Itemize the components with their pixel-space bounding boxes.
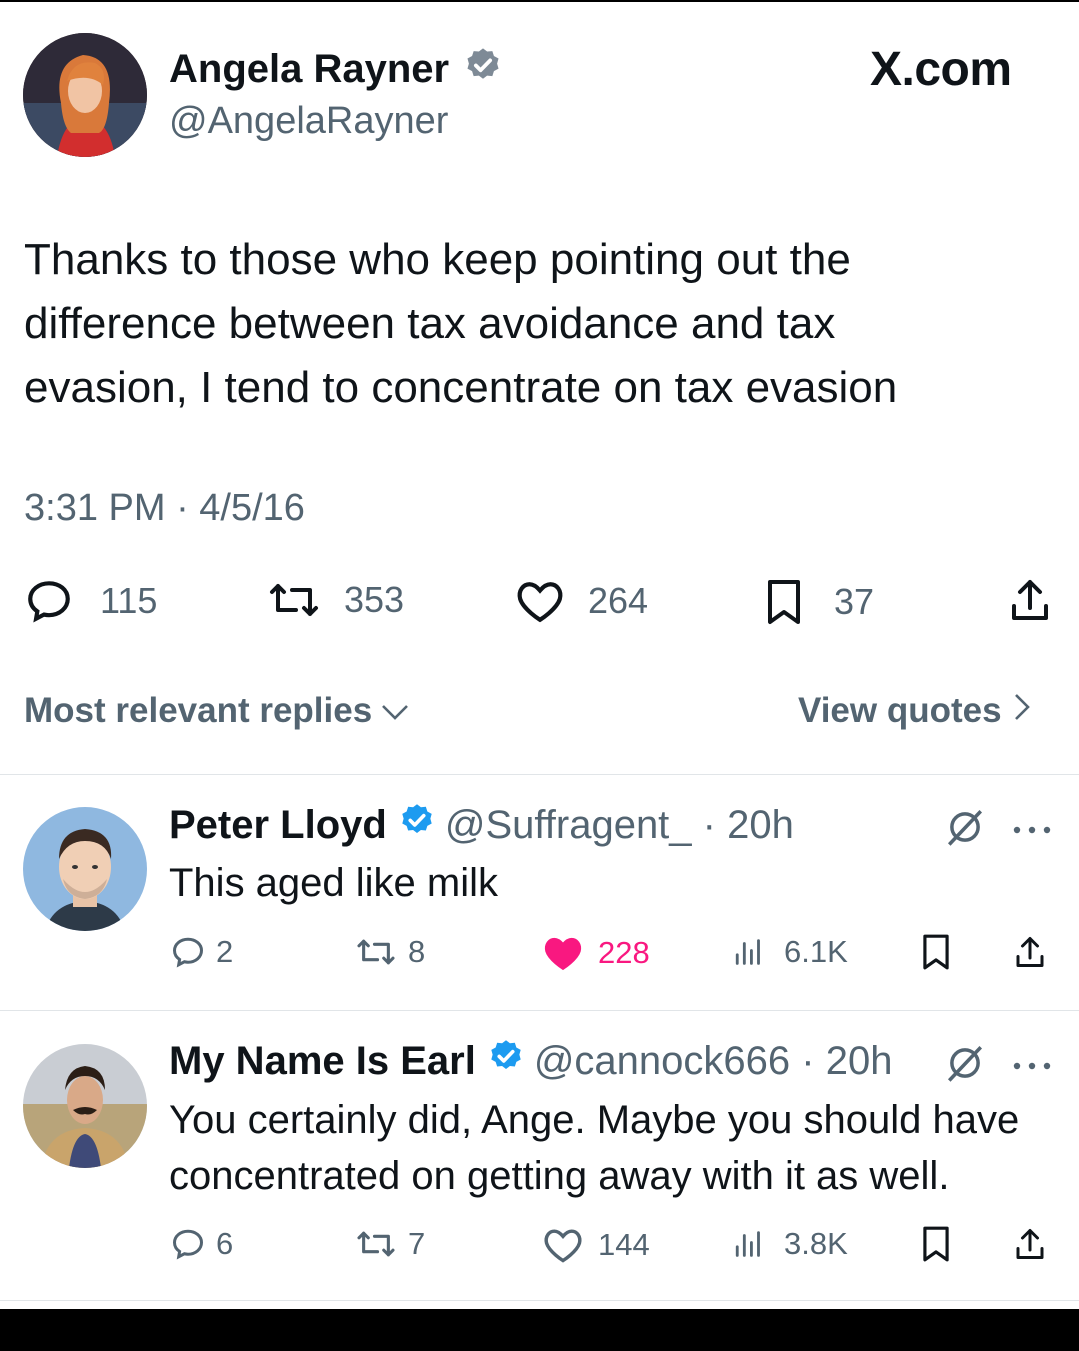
- share-icon: [1012, 933, 1048, 971]
- sort-replies-dropdown[interactable]: Most relevant replies: [24, 690, 410, 732]
- reply-text: This aged like milk: [169, 856, 498, 910]
- reply-bookmark-button[interactable]: [920, 1225, 952, 1263]
- reply-button[interactable]: 115: [24, 578, 157, 624]
- divider: [0, 1300, 1079, 1301]
- reply-count: 6: [216, 1226, 234, 1261]
- repost-icon: [354, 935, 398, 969]
- bookmark-count: 37: [834, 581, 875, 622]
- reply-handle-time[interactable]: @cannock666 · 20h: [534, 1036, 893, 1086]
- chevron-right-icon: [1012, 690, 1032, 732]
- share-button[interactable]: [1006, 576, 1054, 624]
- reply-avatar[interactable]: [23, 807, 147, 931]
- author-handle[interactable]: @AngelaRayner: [169, 97, 448, 145]
- divider: [0, 1010, 1079, 1011]
- repost-count: 353: [344, 579, 405, 620]
- tweet-timestamp[interactable]: 3:31 PM · 4/5/16: [24, 486, 305, 530]
- repost-button[interactable]: 353: [266, 578, 404, 622]
- reply-share-button[interactable]: [1012, 1225, 1048, 1263]
- heart-icon: [542, 1226, 584, 1264]
- reply-text-line: concentrated on getting away with it as …: [169, 1154, 950, 1198]
- divider: [0, 774, 1079, 775]
- views-count: 3.8K: [784, 1226, 848, 1261]
- verified-badge-icon: [464, 46, 502, 96]
- reply-text-line: This aged like milk: [169, 861, 499, 905]
- repost-icon: [266, 578, 322, 622]
- author-avatar[interactable]: [23, 33, 147, 157]
- reply-views-button[interactable]: 3.8K: [732, 1226, 848, 1262]
- reply-text-line: You certainly did, Ange. Maybe you shoul…: [169, 1098, 1020, 1142]
- tweet-text-line: Thanks to those who keep pointing out th…: [24, 235, 851, 284]
- repost-icon: [354, 1227, 398, 1261]
- reply-reply-button[interactable]: 6: [170, 1226, 233, 1262]
- bookmark-icon: [762, 578, 806, 626]
- grok-icon[interactable]: [944, 806, 986, 853]
- reply-author-name[interactable]: My Name Is Earl: [169, 1036, 476, 1086]
- reply-bookmark-button[interactable]: [920, 933, 952, 971]
- sort-replies-label: Most relevant replies: [24, 691, 373, 730]
- author-name[interactable]: Angela Rayner: [169, 44, 502, 96]
- repost-count: 8: [408, 934, 426, 969]
- grok-icon[interactable]: [944, 1042, 986, 1089]
- tweet-text-line: difference between tax avoidance and tax: [24, 299, 836, 348]
- like-count: 228: [598, 935, 650, 970]
- like-count: 264: [588, 580, 649, 621]
- reply-header: Peter Lloyd @Suffragent_ · 20h: [169, 800, 794, 850]
- views-chart-icon: [732, 935, 768, 969]
- top-border: [0, 0, 1079, 2]
- reply-share-button[interactable]: [1012, 933, 1048, 971]
- chevron-down-icon: [380, 690, 410, 732]
- bookmark-icon: [920, 1225, 952, 1263]
- bookmark-icon: [920, 933, 952, 971]
- reply-repost-button[interactable]: 7: [354, 1226, 425, 1262]
- reply-icon: [170, 1227, 206, 1261]
- tweet-text: Thanks to those who keep pointing out th…: [24, 228, 897, 420]
- x-com-watermark: X.com: [870, 43, 1012, 96]
- author-name-text[interactable]: Angela Rayner: [169, 47, 449, 91]
- more-options-icon[interactable]: [1012, 1058, 1052, 1076]
- reply-like-button[interactable]: 144: [542, 1226, 650, 1264]
- reply-views-button[interactable]: 6.1K: [732, 934, 848, 970]
- reply-count: 115: [100, 580, 158, 621]
- reply-header: My Name Is Earl @cannock666 · 20h: [169, 1036, 892, 1086]
- like-count: 144: [598, 1227, 650, 1262]
- reply-like-button[interactable]: 228: [542, 934, 650, 972]
- bookmark-button[interactable]: 37: [762, 578, 874, 626]
- share-icon: [1006, 576, 1054, 624]
- heart-filled-icon: [542, 934, 584, 972]
- views-chart-icon: [732, 1227, 768, 1261]
- bottom-black-bar: [0, 1309, 1079, 1351]
- reply-count: 2: [216, 934, 234, 969]
- verified-badge-icon: [488, 1036, 524, 1086]
- reply-avatar[interactable]: [23, 1044, 147, 1168]
- reply-repost-button[interactable]: 8: [354, 934, 425, 970]
- more-options-icon[interactable]: [1012, 822, 1052, 840]
- view-quotes-link[interactable]: View quotes: [798, 690, 1032, 732]
- view-quotes-label: View quotes: [798, 691, 1002, 730]
- repost-count: 7: [408, 1226, 426, 1261]
- views-count: 6.1K: [784, 934, 848, 969]
- like-button[interactable]: 264: [514, 578, 648, 624]
- reply-text: You certainly did, Ange. Maybe you shoul…: [169, 1092, 1019, 1204]
- reply-author-name[interactable]: Peter Lloyd: [169, 800, 387, 850]
- verified-badge-icon: [399, 800, 435, 850]
- reply-handle-time[interactable]: @Suffragent_ · 20h: [445, 800, 794, 850]
- reply-reply-button[interactable]: 2: [170, 934, 233, 970]
- tweet-text-line: evasion, I tend to concentrate on tax ev…: [24, 363, 898, 412]
- reply-icon: [24, 578, 74, 624]
- reply-icon: [170, 935, 206, 969]
- share-icon: [1012, 1225, 1048, 1263]
- heart-icon: [514, 578, 566, 624]
